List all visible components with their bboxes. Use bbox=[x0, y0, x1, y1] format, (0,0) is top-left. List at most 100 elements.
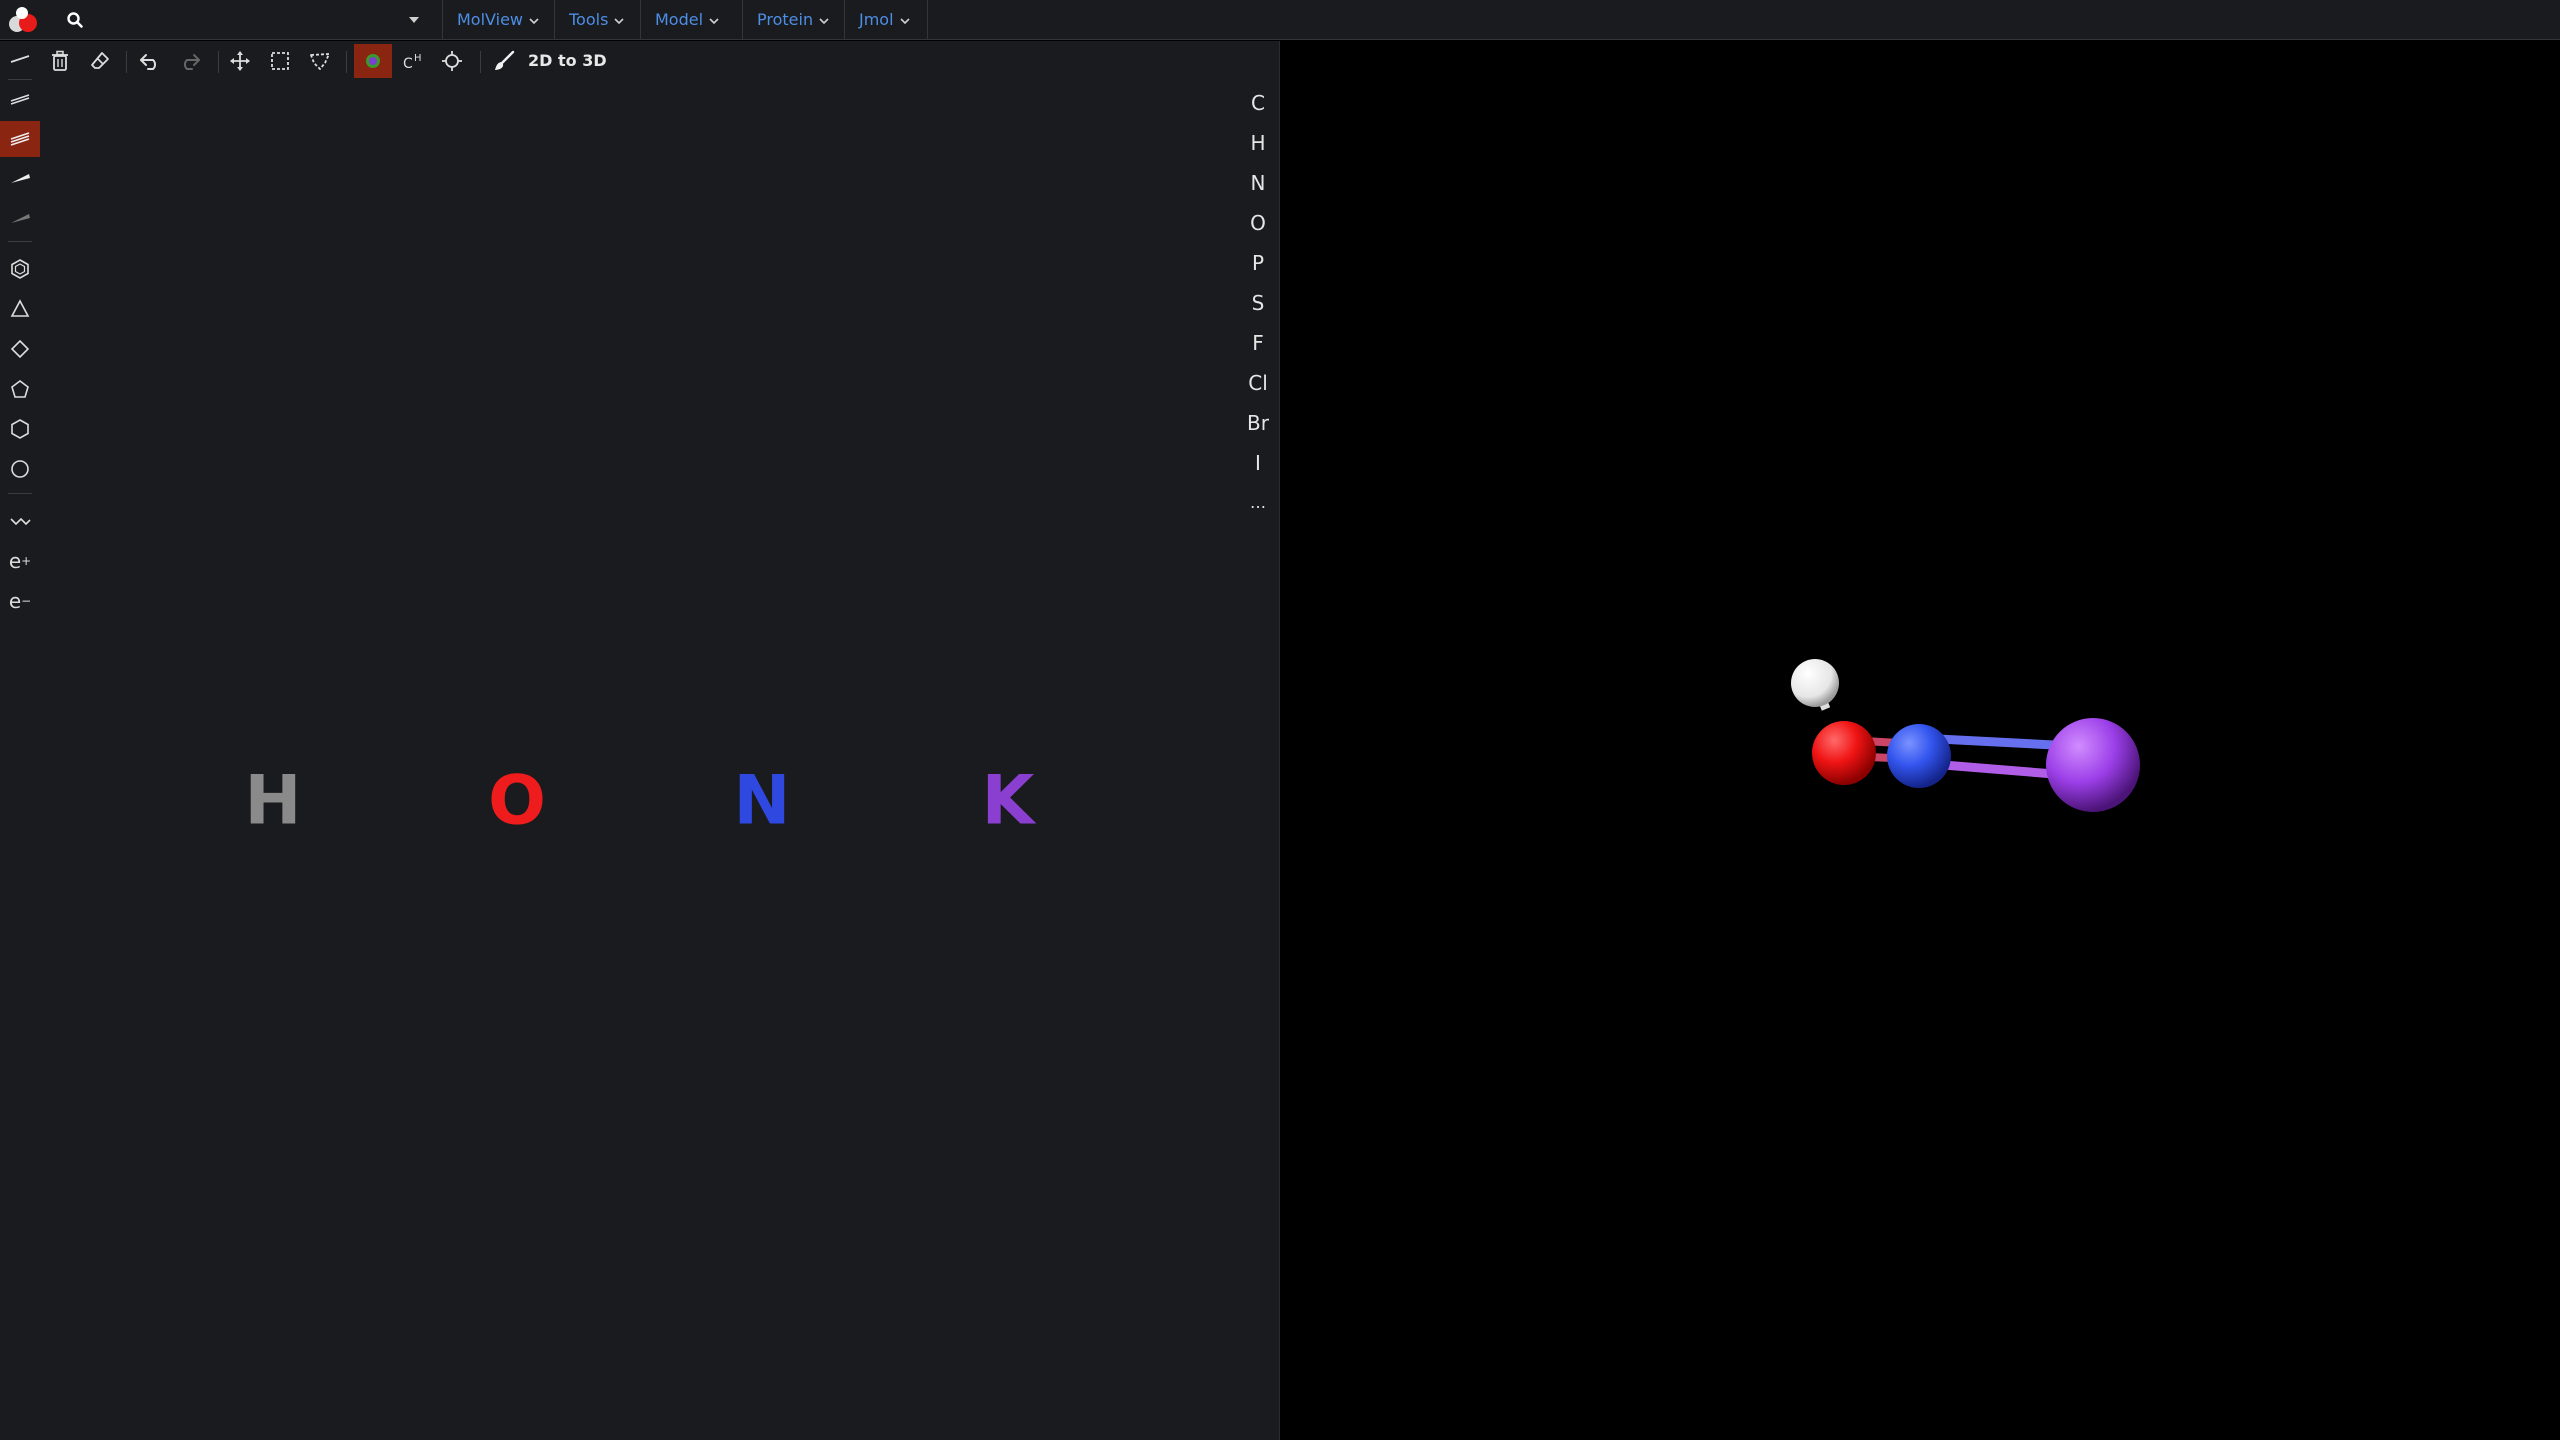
molecule-2d-canvas[interactable]: H O N K bbox=[200, 701, 1100, 901]
cyclopropane-button[interactable] bbox=[0, 291, 40, 327]
sketcher-top-toolbar: C H 2D to 3D bbox=[0, 41, 1280, 81]
clean-structure-button[interactable] bbox=[486, 45, 522, 77]
clear-button[interactable] bbox=[42, 45, 78, 77]
element-c-button[interactable]: C bbox=[1236, 83, 1280, 123]
redo-button[interactable] bbox=[172, 45, 208, 77]
atom-3d-k[interactable] bbox=[2046, 718, 2140, 812]
hydrogens-button[interactable]: C H bbox=[396, 45, 432, 77]
toolbar-divider bbox=[8, 241, 32, 242]
chevron-down-icon bbox=[529, 17, 539, 24]
chevron-down-icon bbox=[899, 17, 910, 24]
chevron-down-icon bbox=[709, 17, 719, 24]
atom-3d-n[interactable] bbox=[1887, 724, 1951, 788]
atom-h-label[interactable]: H bbox=[245, 762, 302, 841]
atom-k-label[interactable]: K bbox=[982, 762, 1037, 841]
molview-logo-icon[interactable] bbox=[8, 6, 40, 34]
benzene-button[interactable] bbox=[0, 251, 40, 287]
menu-tools[interactable]: Tools bbox=[554, 0, 640, 40]
add-hydrogens-icon: C H bbox=[403, 53, 422, 71]
wedge-bond-button[interactable] bbox=[0, 161, 40, 197]
charge-minus-label: e bbox=[8, 589, 22, 613]
wedge-bond-icon bbox=[11, 174, 30, 183]
lasso-select-button[interactable] bbox=[302, 45, 338, 77]
brush-icon bbox=[495, 50, 515, 70]
element-f-button[interactable]: F bbox=[1236, 323, 1280, 363]
charge-plus-sign: + bbox=[21, 554, 32, 568]
toolbar-divider bbox=[480, 51, 481, 73]
menubar: MolView Tools Model Protein Jmol bbox=[0, 0, 2560, 40]
chevron-down-icon bbox=[819, 17, 829, 24]
chevron-down-icon bbox=[614, 17, 624, 24]
bond-o-n-triple[interactable] bbox=[568, 762, 711, 840]
periodic-table-button[interactable]: … bbox=[1236, 483, 1280, 523]
element-bar: C H N O P S F Cl Br I … bbox=[1236, 83, 1280, 563]
move-icon bbox=[230, 51, 250, 71]
element-o-button[interactable]: O bbox=[1236, 203, 1280, 243]
atom-n-label[interactable]: N bbox=[734, 762, 791, 841]
charge-minus-button[interactable]: e − bbox=[0, 583, 40, 619]
element-s-button[interactable]: S bbox=[1236, 283, 1280, 323]
undo-button[interactable] bbox=[132, 45, 168, 77]
bond-n-k-double[interactable] bbox=[812, 780, 956, 822]
menu-molview-label: MolView bbox=[457, 10, 524, 29]
eraser-icon bbox=[91, 52, 109, 69]
double-bond-icon bbox=[10, 94, 30, 105]
chain-button[interactable] bbox=[0, 503, 40, 539]
cyclobutane-button[interactable] bbox=[0, 331, 40, 367]
atom-color-button[interactable] bbox=[354, 44, 392, 78]
redo-icon bbox=[184, 54, 200, 70]
crosshair-icon bbox=[442, 51, 462, 71]
triangle-ring-icon bbox=[10, 299, 30, 317]
cycloalkane-button[interactable] bbox=[0, 451, 40, 487]
element-cl-button[interactable]: Cl bbox=[1236, 363, 1280, 403]
menu-jmol-label: Jmol bbox=[859, 10, 894, 29]
convert-2d-to-3d-button[interactable]: 2D to 3D bbox=[528, 45, 607, 77]
triple-bond-button[interactable] bbox=[0, 121, 40, 157]
double-bond-button[interactable] bbox=[0, 81, 40, 117]
eraser-button[interactable] bbox=[82, 45, 118, 77]
search-icon[interactable] bbox=[66, 11, 84, 29]
atom-3d-o[interactable] bbox=[1812, 721, 1876, 785]
element-h-button[interactable]: H bbox=[1236, 123, 1280, 163]
menu-jmol[interactable]: Jmol bbox=[844, 0, 928, 40]
rect-select-button[interactable] bbox=[262, 45, 298, 77]
menu-model[interactable]: Model bbox=[640, 0, 742, 40]
svg-text:H: H bbox=[414, 53, 422, 64]
hash-bond-button[interactable] bbox=[0, 201, 40, 237]
element-n-button[interactable]: N bbox=[1236, 163, 1280, 203]
atom-o-label[interactable]: O bbox=[488, 762, 546, 841]
charge-plus-label: e bbox=[8, 549, 22, 573]
hash-bond-icon bbox=[11, 214, 30, 223]
model-3d-viewer[interactable] bbox=[1281, 41, 2560, 1440]
single-bond-button[interactable] bbox=[0, 41, 40, 77]
sketcher-left-toolbar: e + e − bbox=[0, 41, 40, 681]
sketcher-panel: C H 2D to 3D e + e − C H N O P S F Cl Br… bbox=[0, 41, 1280, 1440]
toolbar-divider bbox=[218, 51, 219, 73]
toolbar-divider bbox=[8, 79, 32, 80]
toolbar-divider bbox=[126, 51, 127, 73]
pentagon-ring-icon bbox=[11, 380, 29, 398]
center-button[interactable] bbox=[434, 45, 470, 77]
toolbar-divider bbox=[346, 51, 347, 73]
molecule-3d-render[interactable] bbox=[1281, 41, 2560, 1440]
move-button[interactable] bbox=[222, 45, 258, 77]
cyclohexane-button[interactable] bbox=[0, 411, 40, 447]
element-p-button[interactable]: P bbox=[1236, 243, 1280, 283]
circle-ring-icon bbox=[11, 460, 29, 478]
menu-protein[interactable]: Protein bbox=[742, 0, 844, 40]
menu-tools-label: Tools bbox=[569, 10, 609, 29]
atom-3d-h[interactable] bbox=[1791, 659, 1839, 707]
toolbar-divider bbox=[8, 493, 32, 494]
square-ring-icon bbox=[10, 339, 30, 359]
charge-plus-button[interactable]: e + bbox=[0, 543, 40, 579]
menu-model-label: Model bbox=[655, 10, 704, 29]
triple-bond-icon bbox=[10, 132, 30, 146]
element-br-button[interactable]: Br bbox=[1236, 403, 1280, 443]
menu-molview[interactable]: MolView bbox=[442, 0, 554, 40]
chain-icon bbox=[10, 517, 31, 526]
cyclopentane-button[interactable] bbox=[0, 371, 40, 407]
search-input[interactable] bbox=[90, 6, 390, 34]
undo-icon bbox=[140, 54, 156, 70]
element-i-button[interactable]: I bbox=[1236, 443, 1280, 483]
search-dropdown-icon[interactable] bbox=[408, 14, 420, 26]
